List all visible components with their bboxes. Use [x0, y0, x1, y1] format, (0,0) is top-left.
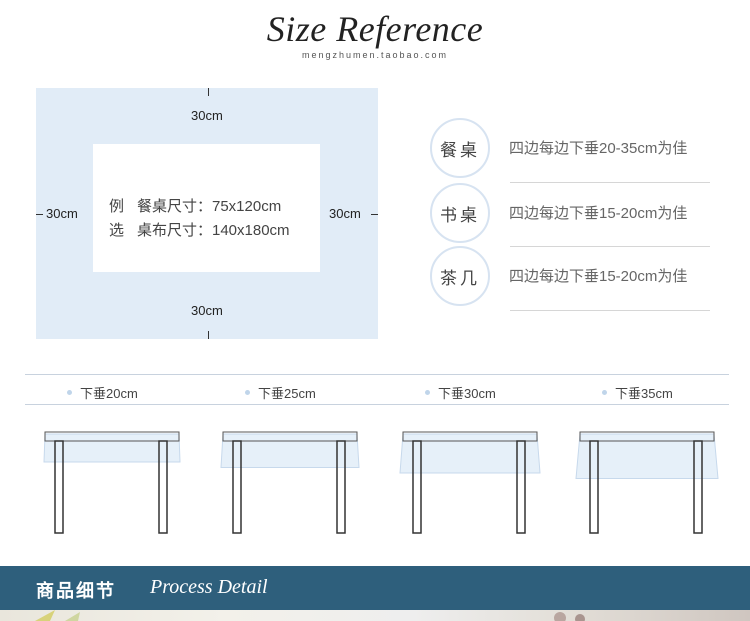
table-illustration-20 [40, 430, 184, 536]
drop-label-text: 下垂25cm [258, 386, 316, 401]
bullet-dot [67, 390, 72, 396]
bullet-dot [245, 390, 250, 396]
guide-circle: 餐桌 [430, 118, 490, 178]
left-tick [36, 214, 43, 215]
band-bottom-line [25, 404, 729, 405]
bottom-dimension: 30cm [191, 303, 223, 318]
guide-circle: 书桌 [430, 183, 490, 243]
table-size-text: 餐桌尺寸：75x120cm [137, 198, 282, 215]
drop-label-text: 下垂35cm [615, 386, 673, 401]
drop-label-text: 下垂30cm [438, 386, 496, 401]
guide-circle: 茶几 [430, 246, 490, 306]
section-title-cn: 商品细节 [36, 581, 116, 601]
flower-decoration [554, 612, 585, 621]
leaf-decoration [35, 610, 80, 621]
page-title: Size Reference [266, 9, 484, 49]
guide-row-coffee-table: 茶几 四边每边下垂15-20cm为佳 [430, 246, 710, 306]
section-title-en: Process Detail [150, 576, 268, 598]
table-svg [399, 431, 541, 534]
left-dimension: 30cm [46, 206, 78, 221]
cloth-size-text: 桌布尺寸：140x180cm [137, 222, 290, 239]
right-dimension: 30cm [329, 206, 361, 221]
guide-text: 四边每边下垂20-35cm为佳 [509, 140, 688, 157]
table-svg [575, 431, 719, 534]
table-illustration-35 [575, 430, 719, 536]
guide-row-desk: 书桌 四边每边下垂15-20cm为佳 [430, 183, 710, 243]
divider [510, 310, 710, 311]
cloth-size-note: 选桌布尺寸：140x180cm [109, 219, 290, 240]
bottom-tick [208, 331, 209, 339]
table-size-note: 例餐桌尺寸：75x120cm [109, 195, 281, 216]
bullet-dot [425, 390, 430, 396]
product-photo-strip [0, 610, 750, 621]
right-tick [371, 214, 378, 215]
top-tick [208, 88, 209, 96]
drop-label-30: 下垂30cm [425, 383, 496, 402]
band-top-line [25, 374, 729, 375]
guide-row-dining-table: 餐桌 四边每边下垂20-35cm为佳 [430, 118, 710, 178]
drop-label-text: 下垂20cm [80, 386, 138, 401]
drop-label-35: 下垂35cm [602, 383, 673, 402]
table-svg [43, 431, 181, 534]
table-illustration-30 [398, 430, 542, 536]
table-illustration-25 [218, 430, 362, 536]
top-dimension: 30cm [191, 108, 223, 123]
guide-text: 四边每边下垂15-20cm为佳 [509, 268, 688, 285]
drop-label-25: 下垂25cm [245, 383, 316, 402]
drop-label-20: 下垂20cm [67, 383, 138, 402]
guide-text: 四边每边下垂15-20cm为佳 [509, 205, 688, 222]
bullet-dot [602, 390, 607, 396]
choose-prefix: 选 [109, 222, 125, 239]
section-banner: 商品细节 Process Detail [0, 566, 750, 610]
example-prefix: 例 [109, 198, 125, 215]
size-diagram: 30cm 30cm 30cm 30cm 例餐桌尺寸：75x120cm 选桌布尺寸… [36, 88, 378, 339]
store-url: mengzhumen.taobao.com [301, 50, 449, 60]
table-svg [220, 431, 360, 534]
